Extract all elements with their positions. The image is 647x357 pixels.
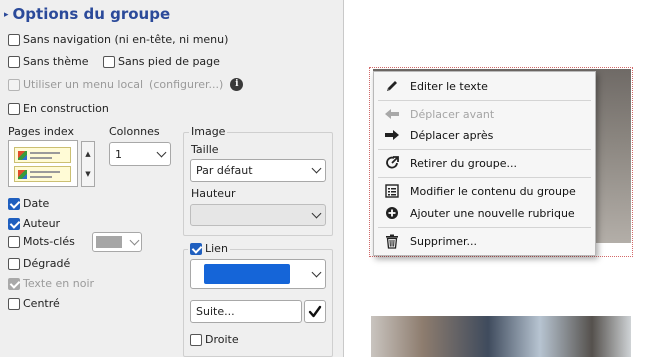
pages-index-layout-picker[interactable] [8,140,78,187]
no-theme-checkbox[interactable] [8,55,20,68]
share-out-icon [374,156,410,170]
image-icon [18,151,27,160]
option-no-navigation[interactable]: Sans navigation (ni en-tête, ni menu) [8,33,228,46]
no-footer-checkbox[interactable] [103,55,115,68]
group-options-panel: ▸ Options du groupe Sans navigation (ni e… [0,0,344,357]
no-navigation-label: Sans navigation (ni en-tête, ni menu) [23,33,229,46]
panel-title[interactable]: ▸ Options du groupe [4,5,170,23]
trash-icon [374,234,410,249]
chevron-down-icon [156,147,167,157]
collapse-triangle-icon[interactable]: ▸ [4,10,9,20]
image-size-value: Par défaut [196,164,253,177]
checkmark-icon [308,305,322,319]
info-icon[interactable]: i [230,78,244,91]
image-size-select[interactable]: Par défaut [190,159,326,182]
confirm-button[interactable] [304,300,326,323]
author-label: Auteur [23,217,61,230]
menu-item-move-after[interactable]: Déplacer après [374,124,595,146]
chevron-down-icon [129,235,140,245]
right-label: Droite [205,333,239,346]
context-menu: Editer le texte Déplacer avant Déplacer … [373,71,596,256]
check-right[interactable]: Droite [190,333,239,346]
chevron-down-icon [311,163,322,174]
layout-thumbnail[interactable] [14,147,71,163]
chevron-down-icon [311,267,322,277]
keywords-checkbox[interactable] [8,235,20,248]
under-construction-label: En construction [23,102,109,115]
image-size-label: Taille [191,143,219,156]
right-checkbox[interactable] [190,333,202,346]
check-centered[interactable]: Centré [8,297,60,310]
author-checkbox[interactable] [8,217,20,230]
no-navigation-checkbox[interactable] [8,33,20,46]
local-menu-configure-link[interactable]: (configurer...) [149,78,223,91]
menu-separator [378,177,591,178]
spin-up-icon[interactable]: ▲ [85,150,90,158]
no-footer-label: Sans pied de page [118,55,220,68]
plus-circle-icon [374,206,410,220]
date-checkbox[interactable] [8,197,20,210]
black-text-label: Texte en noir [23,277,95,290]
link-color-swatch [204,264,290,284]
centered-label: Centré [23,297,60,310]
no-theme-label: Sans thème [23,55,89,68]
arrow-right-icon [374,129,410,141]
menu-item-move-before[interactable]: Déplacer avant [374,103,595,125]
keywords-color-picker[interactable] [92,232,142,252]
menu-item-edit-text[interactable]: Editer le texte [374,75,595,97]
under-construction-checkbox[interactable] [8,102,20,115]
pencil-icon [374,79,410,93]
gradient-label: Dégradé [23,257,71,270]
pages-index-label: Pages index [8,125,74,138]
menu-item-edit-group-content[interactable]: Modifier le contenu du groupe [374,180,595,202]
check-gradient[interactable]: Dégradé [8,257,70,270]
local-menu-label: Utiliser un menu local [23,78,144,91]
suite-text-field[interactable]: Suite... [190,300,302,323]
centered-checkbox[interactable] [8,297,20,310]
list-icon [374,184,410,198]
check-black-text[interactable]: Texte en noir [8,277,94,290]
gradient-checkbox[interactable] [8,257,20,270]
arrow-left-icon [374,108,410,120]
menu-separator [378,149,591,150]
local-menu-checkbox[interactable] [8,78,20,91]
suite-text-value: Suite... [196,305,235,318]
black-text-checkbox[interactable] [8,277,20,290]
option-local-menu[interactable]: Utiliser un menu local (configurer...) i [8,78,244,91]
check-author[interactable]: Auteur [8,217,60,230]
keywords-label: Mots-clés [23,235,75,248]
option-no-theme[interactable]: Sans thème [8,55,88,68]
image-icon [18,170,27,179]
menu-item-remove-from-group[interactable]: Retirer du groupe... [374,152,595,174]
block-image[interactable] [371,316,631,357]
menu-item-add-section[interactable]: Ajouter une nouvelle rubrique [374,202,595,224]
image-height-select[interactable] [190,204,326,226]
menu-separator [378,227,591,228]
layout-thumbnail[interactable] [14,166,71,182]
keywords-color-swatch [96,236,122,248]
link-color-picker[interactable] [190,259,326,289]
date-label: Date [23,197,50,210]
columns-label: Colonnes [109,125,160,138]
image-legend: Image [189,125,228,138]
option-no-footer[interactable]: Sans pied de page [103,55,220,68]
spin-down-icon[interactable]: ▼ [85,170,90,178]
check-date[interactable]: Date [8,197,49,210]
link-label: Lien [205,242,228,255]
menu-separator [378,100,591,101]
link-checkbox[interactable] [190,242,202,255]
columns-select[interactable]: 1 [109,142,171,166]
layout-spinner[interactable]: ▲ ▼ [81,141,95,187]
columns-value: 1 [115,147,122,161]
image-height-label: Hauteur [191,187,236,200]
chevron-down-icon [311,208,322,218]
menu-item-delete[interactable]: Supprimer... [374,230,595,252]
check-keywords[interactable]: Mots-clés [8,235,75,248]
option-under-construction[interactable]: En construction [8,102,109,115]
link-legend[interactable]: Lien [188,242,230,255]
